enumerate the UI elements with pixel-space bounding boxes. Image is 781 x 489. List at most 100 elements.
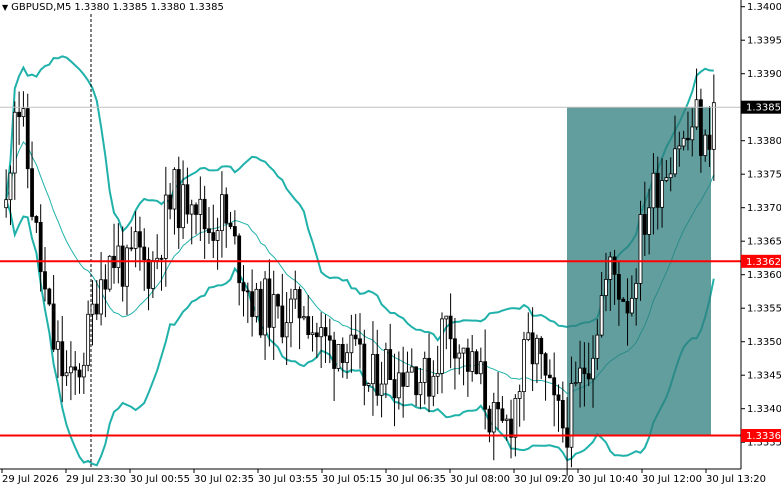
time-tick-label: 29 Jul 2026 bbox=[2, 474, 59, 485]
candle-body bbox=[690, 126, 695, 141]
time-tick-label: 30 Jul 03:55 bbox=[258, 474, 318, 485]
candle-body bbox=[535, 337, 539, 365]
candle-body bbox=[228, 222, 233, 227]
candle-body bbox=[120, 245, 125, 287]
candle-body bbox=[383, 349, 388, 385]
candle-body bbox=[539, 337, 544, 355]
price-tick-label: 1.3365 bbox=[747, 237, 781, 248]
candle-body bbox=[289, 298, 293, 324]
candle-body bbox=[461, 347, 466, 354]
dropdown-triangle-icon[interactable]: ▼ bbox=[2, 3, 8, 12]
price-tick-label: 1.3380 bbox=[747, 136, 781, 147]
candle-body bbox=[586, 373, 591, 380]
candle-body bbox=[660, 180, 664, 208]
time-tick-label: 30 Jul 05:15 bbox=[322, 474, 382, 485]
candle-body bbox=[543, 353, 548, 376]
candle-body bbox=[703, 134, 708, 156]
candle-body bbox=[310, 332, 315, 335]
candle-body bbox=[271, 294, 276, 328]
time-axis[interactable]: 29 Jul 2026 29 Jul 23:30 30 Jul 00:55 30 Ju… bbox=[1, 469, 766, 485]
candle-body bbox=[276, 294, 280, 307]
candle-body bbox=[73, 366, 78, 371]
candle-body bbox=[582, 367, 587, 375]
candle-body bbox=[634, 283, 639, 299]
candle-body bbox=[478, 361, 483, 375]
candle-body bbox=[181, 184, 185, 229]
candle-body bbox=[673, 148, 677, 175]
candle-body bbox=[258, 288, 263, 336]
candle-body bbox=[418, 382, 423, 396]
candle-body bbox=[280, 305, 285, 338]
price-tick-label: 1.3370 bbox=[747, 203, 781, 214]
price-chart[interactable]: 1.3400 1.3395 1.3390 1.3380 1.3375 1.3370 1.33… bbox=[0, 0, 781, 489]
candle-body bbox=[617, 273, 621, 300]
candle-body bbox=[4, 199, 9, 209]
candle-body bbox=[371, 354, 375, 385]
candle-body bbox=[163, 194, 168, 259]
price-tick-label: 1.3345 bbox=[747, 371, 781, 382]
price-tag-label: 1.3336 bbox=[746, 431, 781, 442]
candle-body bbox=[189, 204, 194, 215]
candle-body bbox=[647, 207, 652, 235]
candle-body bbox=[556, 394, 561, 401]
candle-body bbox=[220, 194, 224, 232]
candle-body bbox=[323, 327, 328, 337]
price-tick-label: 1.3340 bbox=[747, 404, 781, 415]
candle-body bbox=[81, 364, 86, 378]
candle-body bbox=[267, 278, 272, 328]
candle-body bbox=[250, 291, 255, 317]
candle-body bbox=[237, 235, 242, 284]
candle-body bbox=[172, 169, 177, 210]
candle-body bbox=[125, 247, 129, 287]
candle-body bbox=[146, 259, 151, 289]
candle-body bbox=[38, 222, 43, 273]
candle-body bbox=[116, 245, 121, 268]
candle-body bbox=[375, 354, 380, 396]
candle-body bbox=[517, 391, 522, 399]
candle-body bbox=[681, 137, 686, 147]
candle-body bbox=[155, 257, 160, 262]
candle-body bbox=[8, 172, 13, 201]
candle-body bbox=[431, 375, 436, 397]
candle-body bbox=[530, 332, 535, 365]
candle-body bbox=[142, 246, 147, 261]
candle-body bbox=[327, 335, 332, 341]
candle bbox=[258, 281, 263, 338]
symbol-header: ▼ GBPUSD,M5 1.3380 1.3385 1.3380 1.3385 bbox=[2, 2, 224, 13]
candle-body bbox=[470, 351, 475, 372]
candle-body bbox=[211, 232, 216, 241]
candle-body bbox=[491, 402, 496, 433]
candle-body bbox=[629, 297, 634, 314]
candle-body bbox=[345, 352, 349, 363]
candle-body bbox=[388, 349, 393, 380]
symbol-timeframe: GBPUSD,M5 bbox=[11, 2, 72, 13]
candle-body bbox=[51, 303, 56, 350]
candle-body bbox=[319, 327, 324, 338]
candle-body bbox=[409, 366, 414, 373]
candle bbox=[47, 287, 52, 307]
candle-body bbox=[263, 278, 267, 336]
candle-body bbox=[366, 383, 371, 386]
candle-body bbox=[47, 288, 52, 305]
candle-body bbox=[284, 322, 289, 338]
candle-body bbox=[698, 99, 703, 156]
price-axis[interactable]: 1.3400 1.3395 1.3390 1.3380 1.3375 1.3370 1.33… bbox=[741, 2, 781, 449]
candle-body bbox=[349, 334, 354, 354]
candle-body bbox=[422, 357, 427, 383]
candle-body bbox=[711, 102, 716, 150]
candle-body bbox=[159, 257, 164, 260]
candle-body bbox=[17, 111, 22, 118]
price-tick-label: 1.3350 bbox=[747, 337, 781, 348]
time-tick-label: 30 Jul 13:20 bbox=[706, 474, 766, 485]
candle-body bbox=[129, 247, 134, 250]
candle-body bbox=[340, 343, 345, 363]
candle-body bbox=[595, 334, 600, 359]
price-tick-label: 1.3390 bbox=[747, 69, 781, 80]
candle-body bbox=[444, 315, 449, 320]
candle-body bbox=[245, 290, 250, 293]
candle-body bbox=[224, 194, 229, 224]
candle-body bbox=[677, 145, 682, 150]
time-tick-label: 30 Jul 02:35 bbox=[194, 474, 254, 485]
time-tick-label: 30 Jul 10:40 bbox=[578, 474, 638, 485]
time-tick-label: 30 Jul 06:35 bbox=[386, 474, 446, 485]
